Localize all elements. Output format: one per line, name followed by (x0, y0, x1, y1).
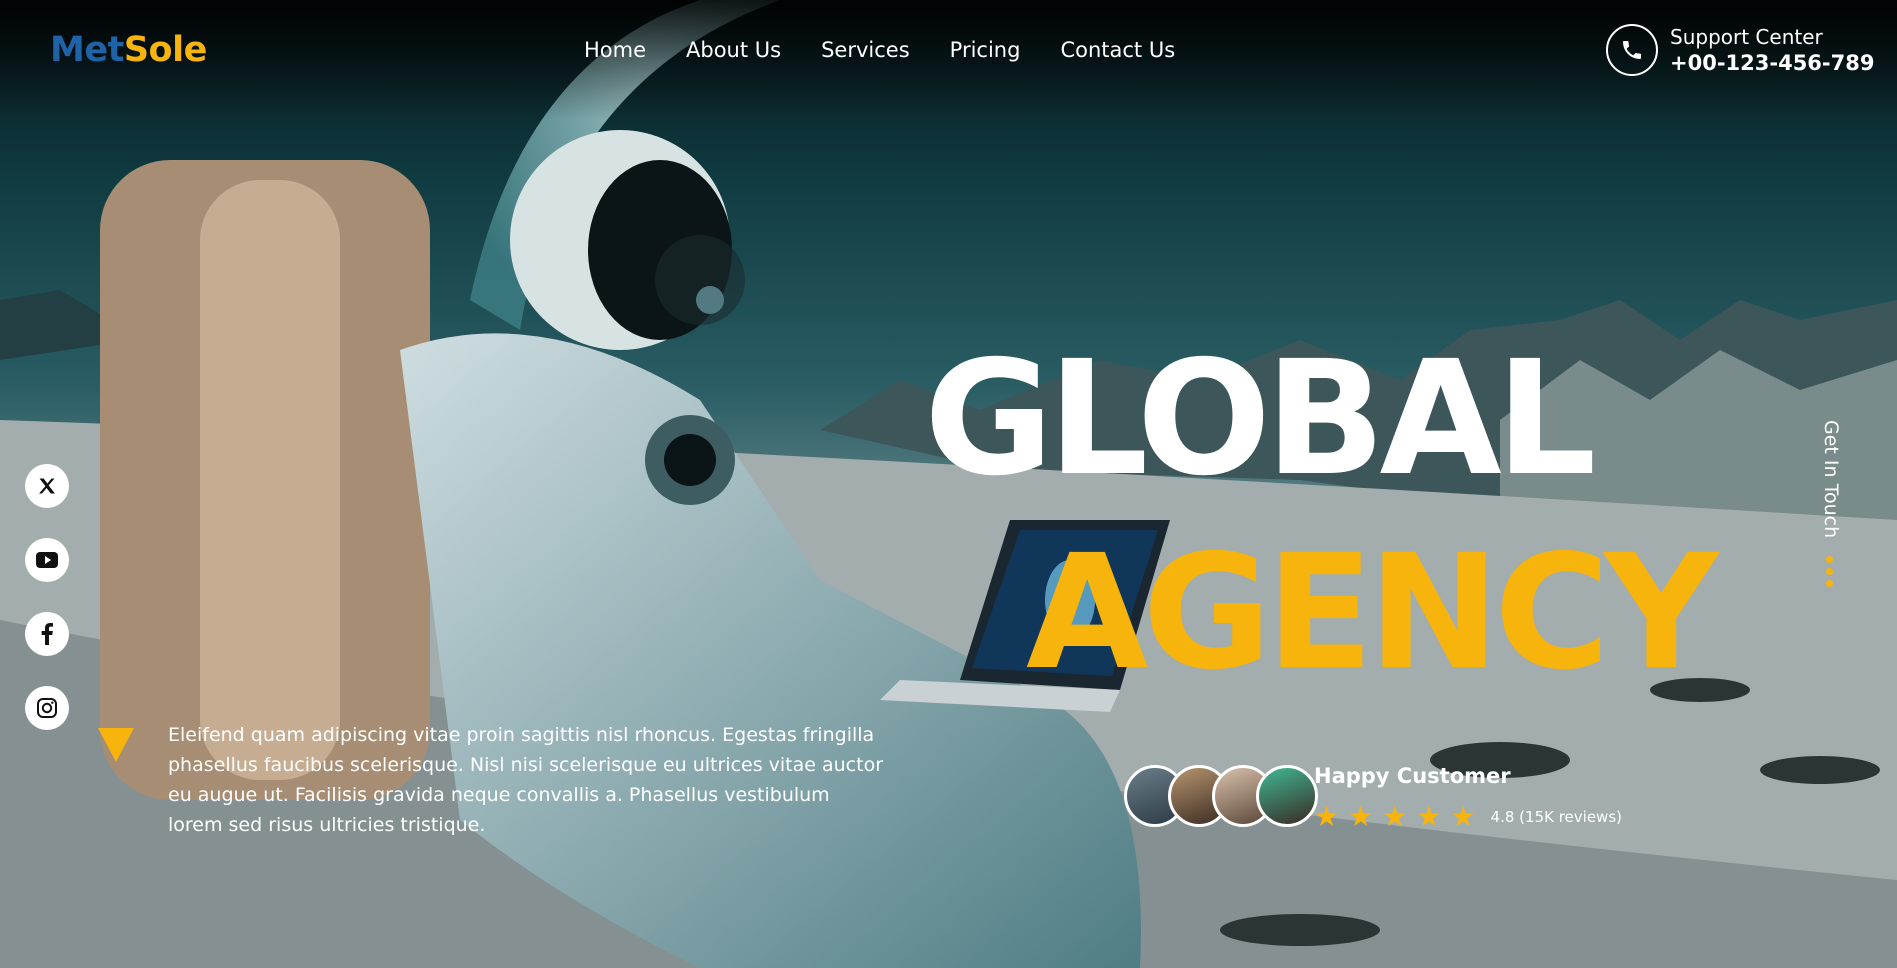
youtube-icon[interactable] (25, 538, 69, 582)
dot (1826, 568, 1833, 575)
support-center[interactable]: Support Center +00-123-456-789 (1606, 24, 1874, 76)
dots-indicator (1826, 556, 1833, 587)
star-icon: ★ (1382, 800, 1408, 833)
hero-paragraph: Eleifend quam adipiscing vitae proin sag… (168, 724, 884, 836)
star-icon: ★ (1416, 800, 1442, 833)
avatar (1256, 765, 1318, 827)
nav-contact-us[interactable]: Contact Us (1060, 38, 1175, 62)
instagram-icon[interactable] (25, 686, 69, 730)
nav-home[interactable]: Home (584, 38, 646, 62)
star-icon: ★ (1450, 800, 1476, 833)
facebook-icon[interactable] (25, 612, 69, 656)
dot (1826, 580, 1833, 587)
nav-about-us[interactable]: About Us (686, 38, 781, 62)
rating-stars: ★ ★ ★ ★ ★ 4.8 (15K reviews) (1314, 803, 1622, 831)
support-phone[interactable]: +00-123-456-789 (1670, 51, 1874, 75)
rating-text: 4.8 (15K reviews) (1490, 808, 1622, 826)
star-icon: ★ (1314, 800, 1340, 833)
nav-services[interactable]: Services (821, 38, 910, 62)
get-in-touch-link[interactable]: Get In Touch (1820, 420, 1842, 538)
headline-agency: AGENCY (1026, 521, 1718, 705)
support-label: Support Center (1670, 25, 1823, 49)
happy-customer-title: Happy Customer (1314, 764, 1511, 788)
headline-global: GLOBAL (924, 327, 1596, 511)
logo-part-sole: Sole (123, 30, 208, 70)
social-links (25, 464, 69, 730)
x-icon[interactable] (25, 464, 69, 508)
logo-part-met: Met (50, 30, 124, 70)
nav-pricing[interactable]: Pricing (950, 38, 1021, 62)
main-nav: Home About Us Services Pricing Contact U… (584, 38, 1175, 62)
dot (1826, 556, 1833, 563)
triangle-marker-icon (98, 728, 134, 762)
support-text: Support Center +00-123-456-789 (1670, 25, 1874, 75)
star-icon: ★ (1348, 800, 1374, 833)
phone-icon (1606, 24, 1658, 76)
customer-avatars (1124, 765, 1318, 827)
logo[interactable]: MetSole (50, 30, 207, 70)
